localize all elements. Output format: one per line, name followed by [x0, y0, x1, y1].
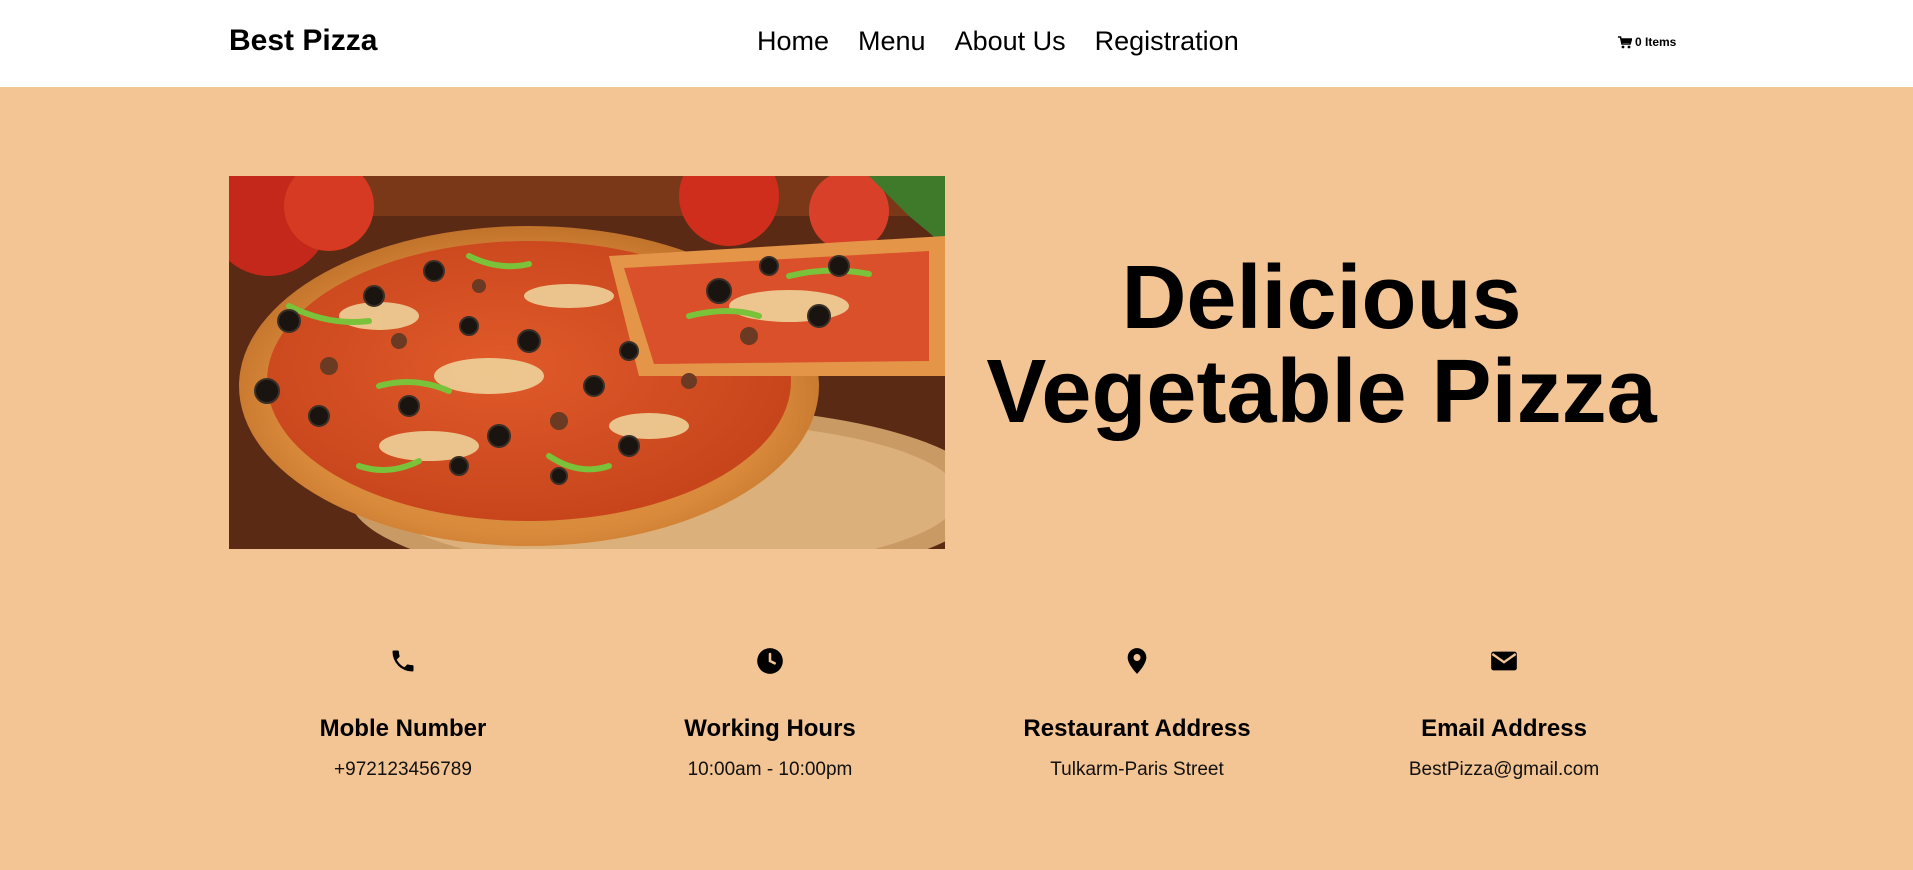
- cart-button[interactable]: 0 Items: [1618, 35, 1676, 49]
- nav-link-registration[interactable]: Registration: [1095, 26, 1239, 57]
- info-value: Tulkarm-Paris Street: [1050, 759, 1224, 780]
- hero-title: Delicious Vegetable Pizza: [945, 251, 1698, 439]
- nav-link-home[interactable]: Home: [757, 26, 829, 57]
- nav-link-about-us[interactable]: About Us: [955, 26, 1066, 57]
- info-email: Email Address BestPizza@gmail.com: [1324, 647, 1684, 781]
- shopping-cart-icon: [1618, 35, 1632, 48]
- map-pin-icon: [1127, 648, 1147, 674]
- info-heading: Working Hours: [684, 715, 856, 742]
- cart-count: 0 Items: [1635, 35, 1677, 49]
- clock-icon: [757, 648, 783, 674]
- info-heading: Email Address: [1421, 715, 1587, 742]
- info-heading: Moble Number: [319, 715, 487, 742]
- info-mobile: Moble Number +972123456789: [223, 647, 583, 781]
- info-value: +972123456789: [334, 759, 472, 780]
- hero-title-line-1: Delicious: [1121, 248, 1522, 348]
- contact-info-row: Moble Number +972123456789 Working Hours…: [0, 647, 1913, 827]
- pizza-image: [229, 176, 945, 549]
- nav-link-menu[interactable]: Menu: [858, 26, 926, 57]
- hero-title-line-2: Vegetable Pizza: [986, 342, 1657, 442]
- phone-icon: [392, 650, 414, 672]
- info-value: BestPizza@gmail.com: [1408, 759, 1600, 780]
- info-value: 10:00am - 10:00pm: [687, 759, 853, 780]
- brand-logo[interactable]: Best Pizza: [229, 24, 377, 58]
- envelope-icon: [1491, 651, 1517, 671]
- info-address: Restaurant Address Tulkarm-Paris Street: [957, 647, 1317, 781]
- info-hours: Working Hours 10:00am - 10:00pm: [590, 647, 950, 781]
- hero-section: Delicious Vegetable Pizza Moble Number +…: [0, 87, 1913, 870]
- nav-links: Home Menu About Us Registration: [757, 26, 1239, 57]
- info-heading: Restaurant Address: [1023, 715, 1251, 742]
- navbar: Best Pizza Home Menu About Us Registrati…: [0, 0, 1913, 87]
